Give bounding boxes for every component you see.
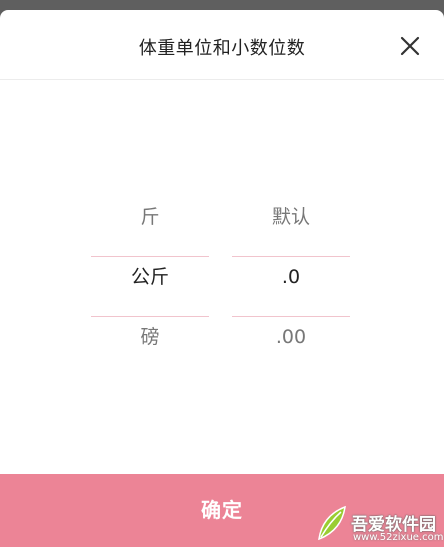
selection-divider <box>232 256 350 257</box>
selection-divider <box>232 316 350 317</box>
weight-unit-picker[interactable]: 斤 公斤 磅 <box>91 187 209 367</box>
confirm-button[interactable]: 确定 <box>0 474 444 547</box>
decimal-places-picker[interactable]: 默认 .0 .00 <box>232 187 350 367</box>
selection-divider <box>91 316 209 317</box>
close-icon <box>400 36 420 56</box>
decimal-option-default[interactable]: 默认 <box>232 187 350 247</box>
dialog-header: 体重单位和小数位数 <box>0 10 444 80</box>
close-button[interactable] <box>396 32 424 60</box>
dialog-title: 体重单位和小数位数 <box>138 38 306 59</box>
unit-option-jin[interactable]: 斤 <box>91 187 209 247</box>
unit-dialog: 体重单位和小数位数 斤 公斤 磅 默认 .0 .00 确定 <box>0 10 444 547</box>
selection-divider <box>91 256 209 257</box>
